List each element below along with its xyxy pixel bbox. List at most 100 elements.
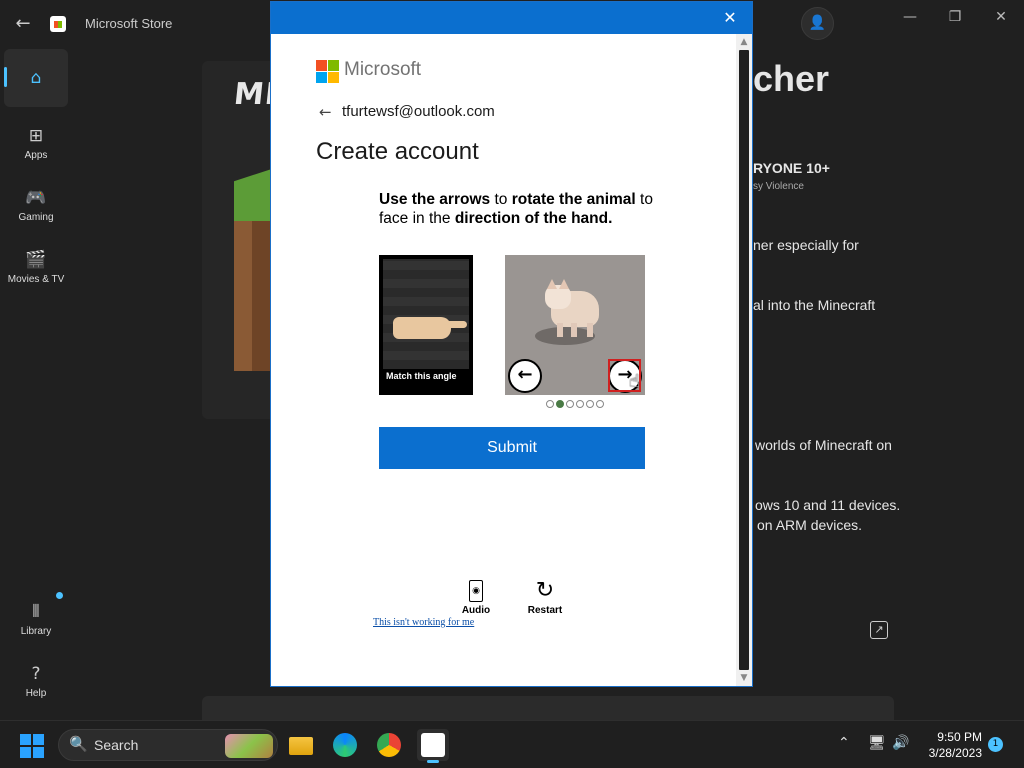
close-window-button[interactable]: ✕ <box>988 8 1014 26</box>
library-icon: ⫴ <box>32 602 40 622</box>
restart-icon: ↻ <box>535 577 555 602</box>
dialog-header: ✕ <box>271 2 752 34</box>
carousel-dot <box>556 400 564 408</box>
carousel-indicator <box>546 400 606 410</box>
carousel-dot <box>586 400 594 408</box>
dialog-scrollbar[interactable]: ▲ ▼ <box>736 34 752 686</box>
sidebar-item-label: Movies & TV <box>7 274 65 285</box>
animal-leg <box>587 323 593 337</box>
network-icon[interactable]: 🖥 <box>868 735 886 751</box>
sidebar-item-gaming[interactable]: 🎮 Gaming <box>4 178 68 236</box>
microsoft-logo-icon <box>316 60 339 83</box>
clock-time: 9:50 PM <box>937 730 982 744</box>
arrow-left-icon: ← <box>517 364 533 385</box>
back-arrow-icon[interactable]: ← <box>319 103 332 121</box>
edge-icon <box>333 733 357 757</box>
puzzle-instruction: Use the arrows to rotate the animal to f… <box>379 190 659 228</box>
microsoft-wordmark: Microsoft <box>344 59 422 80</box>
animal-image: ← → ☝ <box>505 255 645 395</box>
mouse-pointer-icon: ☝ <box>629 371 640 392</box>
page-title: Create account <box>316 138 479 165</box>
store-icon <box>421 733 445 757</box>
pointing-hand-icon <box>393 317 467 339</box>
chrome-icon <box>377 733 401 757</box>
search-highlight-image <box>225 734 273 758</box>
create-account-dialog: ✕ ▲ ▼ Microsoft ← tfurtewsf@outlook.com … <box>270 1 753 687</box>
carousel-dot <box>566 400 574 408</box>
start-button[interactable] <box>20 734 44 758</box>
sidebar-item-help[interactable]: ? Help <box>4 654 68 712</box>
sidebar-item-label: Apps <box>24 150 48 161</box>
carousel-dot <box>546 400 554 408</box>
speaker-icon: ◉ <box>469 580 483 602</box>
sidebar-item-apps[interactable]: ⊞ Apps <box>4 116 68 174</box>
clock[interactable]: 9:50 PM 3/28/2023 <box>918 729 982 761</box>
person-icon: 👤 <box>808 15 827 31</box>
account-email: tfurtewsf@outlook.com <box>342 103 495 120</box>
notification-badge[interactable]: 1 <box>988 737 1003 752</box>
instruction-text: Use the arrows <box>379 191 491 208</box>
clock-date: 3/28/2023 <box>928 746 982 760</box>
sidebar-item-label: Gaming <box>18 212 54 223</box>
chevron-up-icon[interactable]: ⌃ <box>838 735 850 751</box>
sidebar-item-label: Help <box>25 688 47 699</box>
back-button[interactable]: ← <box>10 12 36 36</box>
animal-ear <box>547 279 557 289</box>
sidebar-item-label: Library <box>20 626 52 637</box>
instruction-text: direction of the hand. <box>454 210 613 227</box>
volume-icon[interactable]: 🔊 <box>892 735 909 751</box>
taskbar-search[interactable]: 🔍 Search <box>58 729 278 761</box>
share-icon[interactable]: ↗ <box>870 621 888 639</box>
instruction-text: to <box>490 191 512 208</box>
file-explorer-button[interactable] <box>285 729 317 761</box>
reference-hand-image: Match this angle <box>379 255 473 395</box>
sidebar-item-library[interactable]: ⫴ Library <box>4 592 68 650</box>
minimize-button[interactable]: — <box>897 8 923 26</box>
carousel-dot <box>596 400 604 408</box>
description-line: al into the Minecraft <box>753 297 876 313</box>
search-label: Search <box>94 737 139 753</box>
submit-button[interactable]: Submit <box>379 427 645 469</box>
maximize-button[interactable]: ❐ <box>942 8 968 26</box>
carousel-dot <box>576 400 584 408</box>
hand-caption: Match this angle <box>386 371 457 381</box>
apps-icon: ⊞ <box>28 126 44 146</box>
search-icon: 🔍 <box>69 735 88 753</box>
audio-button[interactable]: ◉ Audio <box>457 580 495 616</box>
store-taskbar-button[interactable] <box>417 729 449 763</box>
rotate-left-button[interactable]: ← <box>508 359 542 393</box>
active-indicator <box>427 760 439 763</box>
audio-label: Audio <box>461 605 491 616</box>
store-app-icon <box>50 16 66 32</box>
sidebar-item-movies[interactable]: 🎬 Movies & TV <box>4 240 68 298</box>
scrollbar-thumb[interactable] <box>739 50 749 670</box>
rating-descriptor: sy Violence <box>753 181 804 192</box>
home-icon: ⌂ <box>30 68 42 88</box>
folder-icon <box>289 737 313 755</box>
animal-leg <box>571 323 577 337</box>
description-line: ows 10 and 11 devices. <box>755 497 901 513</box>
scroll-down-icon[interactable]: ▼ <box>736 671 752 685</box>
clapperboard-icon: 🎬 <box>25 250 47 270</box>
taskbar: 🔍 Search ⌃ 🖥 🔊 9:50 PM 3/28/2023 1 <box>0 720 1024 768</box>
restart-button[interactable]: ↻ Restart <box>525 577 565 617</box>
scroll-up-icon[interactable]: ▲ <box>736 35 752 49</box>
description-line: worlds of Minecraft on <box>755 437 892 453</box>
description-line: on ARM devices. <box>757 517 863 533</box>
sidebar-item-home[interactable]: ⌂ <box>4 49 68 107</box>
update-badge <box>56 592 63 599</box>
account-button[interactable]: 👤 <box>801 7 834 40</box>
chrome-button[interactable] <box>373 729 405 761</box>
restart-label: Restart <box>527 605 563 616</box>
animal-ear <box>559 279 569 289</box>
help-icon: ? <box>31 664 41 684</box>
product-title: cher <box>753 58 830 99</box>
brick-background <box>383 259 469 369</box>
age-rating: RYONE 10+ <box>753 160 830 176</box>
not-working-link[interactable]: This isn't working for me <box>373 617 474 628</box>
edge-button[interactable] <box>329 729 361 761</box>
close-dialog-button[interactable]: ✕ <box>720 8 740 28</box>
sidebar: ⌂ ⊞ Apps 🎮 Gaming 🎬 Movies & TV ⫴ Librar… <box>0 48 72 720</box>
gamepad-icon: 🎮 <box>25 188 47 208</box>
instruction-text: rotate the animal <box>511 191 636 208</box>
